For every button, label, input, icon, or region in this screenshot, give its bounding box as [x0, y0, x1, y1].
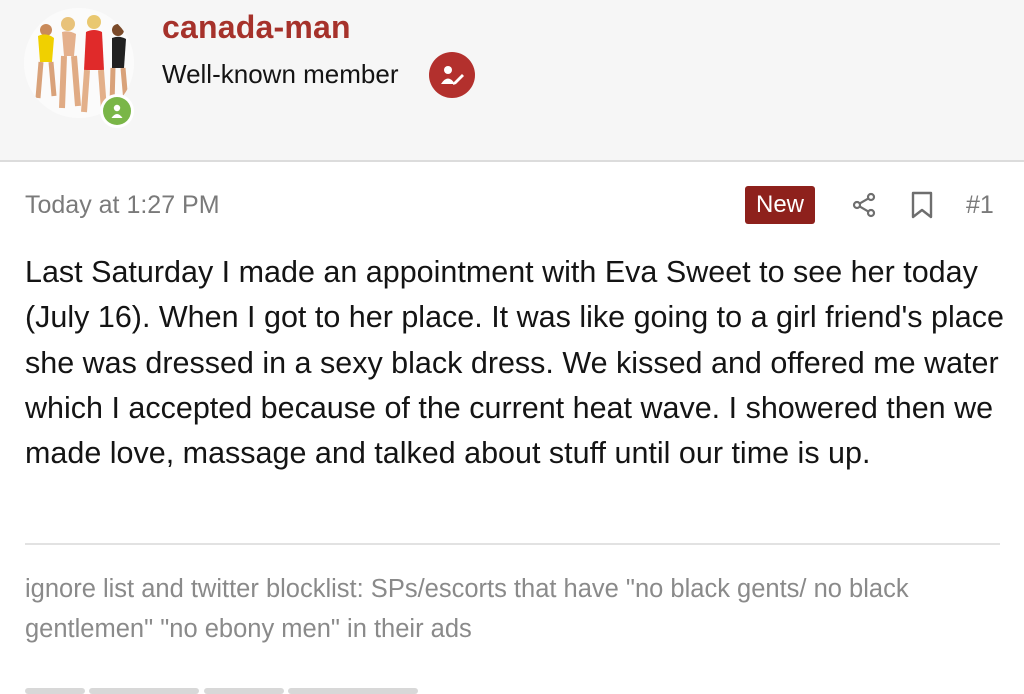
bookmark-icon[interactable]	[908, 190, 936, 220]
author-username[interactable]: canada-man	[162, 9, 351, 46]
post-meta-row: Today at 1:27 PM New #1	[0, 185, 1024, 229]
staff-pencil-icon	[441, 66, 464, 85]
post-author-header: canada-man Well-known member	[0, 0, 1024, 162]
author-role: Well-known member	[162, 59, 399, 89]
post-body-text: Last Saturday I made an appointment with…	[25, 255, 1004, 471]
share-icon[interactable]	[850, 191, 878, 219]
author-signature: ignore list and twitter blocklist: SPs/e…	[25, 575, 909, 643]
post-permalink-number[interactable]: #1	[966, 191, 994, 220]
online-user-icon	[111, 104, 123, 118]
cut-off-content	[25, 680, 545, 694]
new-post-badge: New	[745, 186, 816, 224]
post-timestamp[interactable]: Today at 1:27 PM	[25, 191, 220, 220]
online-status-indicator	[100, 94, 134, 128]
staff-badge[interactable]	[429, 52, 475, 98]
signature-divider	[25, 543, 1000, 545]
